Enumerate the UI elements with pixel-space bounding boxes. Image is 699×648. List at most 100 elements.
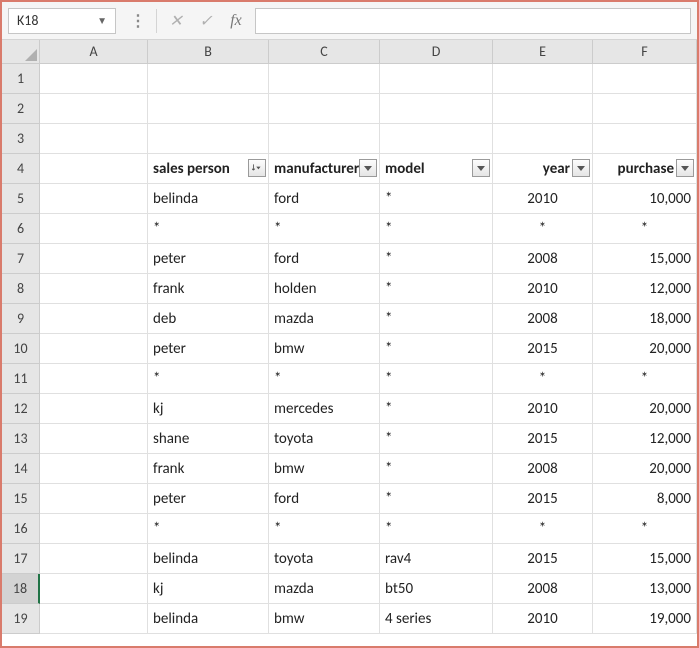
cell-F13[interactable]: 12,000 [593, 424, 697, 454]
cell-E12[interactable]: 2010 [493, 394, 593, 424]
cell-F3[interactable] [593, 124, 697, 154]
row-header-13[interactable]: 13 [2, 424, 40, 454]
cell-E14[interactable]: 2008 [493, 454, 593, 484]
cell-F7[interactable]: 15,000 [593, 244, 697, 274]
cell-C2[interactable] [269, 94, 380, 124]
options-icon[interactable]: ⋮ [122, 6, 152, 36]
row-header-6[interactable]: 6 [2, 214, 40, 244]
row-header-18[interactable]: 18 [2, 574, 40, 604]
filter-button-B[interactable] [248, 159, 266, 177]
cell-D14[interactable]: * [380, 454, 493, 484]
fx-icon[interactable]: fx [221, 6, 251, 36]
cell-A13[interactable] [40, 424, 148, 454]
cell-C12[interactable]: mercedes [269, 394, 380, 424]
row-header-10[interactable]: 10 [2, 334, 40, 364]
name-box[interactable]: K18 ▼ [8, 8, 116, 34]
cell-A6[interactable] [40, 214, 148, 244]
row-header-11[interactable]: 11 [2, 364, 40, 394]
cell-C18[interactable]: mazda [269, 574, 380, 604]
row-header-14[interactable]: 14 [2, 454, 40, 484]
cell-E6[interactable]: * [493, 214, 593, 244]
cell-A1[interactable] [40, 64, 148, 94]
column-header-C[interactable]: C [269, 40, 380, 64]
cell-F8[interactable]: 12,000 [593, 274, 697, 304]
cell-C7[interactable]: ford [269, 244, 380, 274]
filter-button-D[interactable] [472, 159, 490, 177]
column-header-F[interactable]: F [593, 40, 697, 64]
cell-A9[interactable] [40, 304, 148, 334]
row-header-4[interactable]: 4 [2, 154, 40, 184]
cell-C3[interactable] [269, 124, 380, 154]
row-header-17[interactable]: 17 [2, 544, 40, 574]
row-header-1[interactable]: 1 [2, 64, 40, 94]
cell-E18[interactable]: 2008 [493, 574, 593, 604]
cell-F5[interactable]: 10,000 [593, 184, 697, 214]
cell-A7[interactable] [40, 244, 148, 274]
cell-E1[interactable] [493, 64, 593, 94]
cell-B12[interactable]: kj [148, 394, 269, 424]
cell-B1[interactable] [148, 64, 269, 94]
row-header-15[interactable]: 15 [2, 484, 40, 514]
cell-C16[interactable]: * [269, 514, 380, 544]
cell-D6[interactable]: * [380, 214, 493, 244]
cell-E19[interactable]: 2010 [493, 604, 593, 634]
cell-D15[interactable]: * [380, 484, 493, 514]
cell-D9[interactable]: * [380, 304, 493, 334]
cell-E2[interactable] [493, 94, 593, 124]
cell-B9[interactable]: deb [148, 304, 269, 334]
row-header-3[interactable]: 3 [2, 124, 40, 154]
cell-B11[interactable]: * [148, 364, 269, 394]
cell-C15[interactable]: ford [269, 484, 380, 514]
row-header-19[interactable]: 19 [2, 604, 40, 634]
row-header-7[interactable]: 7 [2, 244, 40, 274]
cell-F12[interactable]: 20,000 [593, 394, 697, 424]
cell-A15[interactable] [40, 484, 148, 514]
cell-C5[interactable]: ford [269, 184, 380, 214]
cell-C6[interactable]: * [269, 214, 380, 244]
cell-A12[interactable] [40, 394, 148, 424]
cell-C10[interactable]: bmw [269, 334, 380, 364]
cell-C4[interactable]: manufacturer [269, 154, 380, 184]
row-header-16[interactable]: 16 [2, 514, 40, 544]
cell-E3[interactable] [493, 124, 593, 154]
cell-A16[interactable] [40, 514, 148, 544]
column-header-A[interactable]: A [40, 40, 148, 64]
column-header-E[interactable]: E [493, 40, 593, 64]
cell-B15[interactable]: peter [148, 484, 269, 514]
cell-C9[interactable]: mazda [269, 304, 380, 334]
cell-A3[interactable] [40, 124, 148, 154]
cell-D7[interactable]: * [380, 244, 493, 274]
cell-E13[interactable]: 2015 [493, 424, 593, 454]
cell-F2[interactable] [593, 94, 697, 124]
cell-D13[interactable]: * [380, 424, 493, 454]
select-all-corner[interactable] [2, 40, 40, 64]
cell-A2[interactable] [40, 94, 148, 124]
cell-B7[interactable]: peter [148, 244, 269, 274]
cell-C14[interactable]: bmw [269, 454, 380, 484]
cell-A10[interactable] [40, 334, 148, 364]
cell-D3[interactable] [380, 124, 493, 154]
cell-F18[interactable]: 13,000 [593, 574, 697, 604]
cell-D8[interactable]: * [380, 274, 493, 304]
cell-C11[interactable]: * [269, 364, 380, 394]
cell-B14[interactable]: frank [148, 454, 269, 484]
cell-D5[interactable]: * [380, 184, 493, 214]
cell-E17[interactable]: 2015 [493, 544, 593, 574]
cell-E8[interactable]: 2010 [493, 274, 593, 304]
cell-A11[interactable] [40, 364, 148, 394]
cell-A5[interactable] [40, 184, 148, 214]
cell-D2[interactable] [380, 94, 493, 124]
filter-button-F[interactable] [676, 159, 694, 177]
cell-D18[interactable]: bt50 [380, 574, 493, 604]
cell-F1[interactable] [593, 64, 697, 94]
cell-B4[interactable]: sales person [148, 154, 269, 184]
cell-E9[interactable]: 2008 [493, 304, 593, 334]
cell-A17[interactable] [40, 544, 148, 574]
cell-B16[interactable]: * [148, 514, 269, 544]
cell-E10[interactable]: 2015 [493, 334, 593, 364]
cell-A4[interactable] [40, 154, 148, 184]
cell-B17[interactable]: belinda [148, 544, 269, 574]
cell-E4[interactable]: year [493, 154, 593, 184]
cell-A19[interactable] [40, 604, 148, 634]
cell-C8[interactable]: holden [269, 274, 380, 304]
